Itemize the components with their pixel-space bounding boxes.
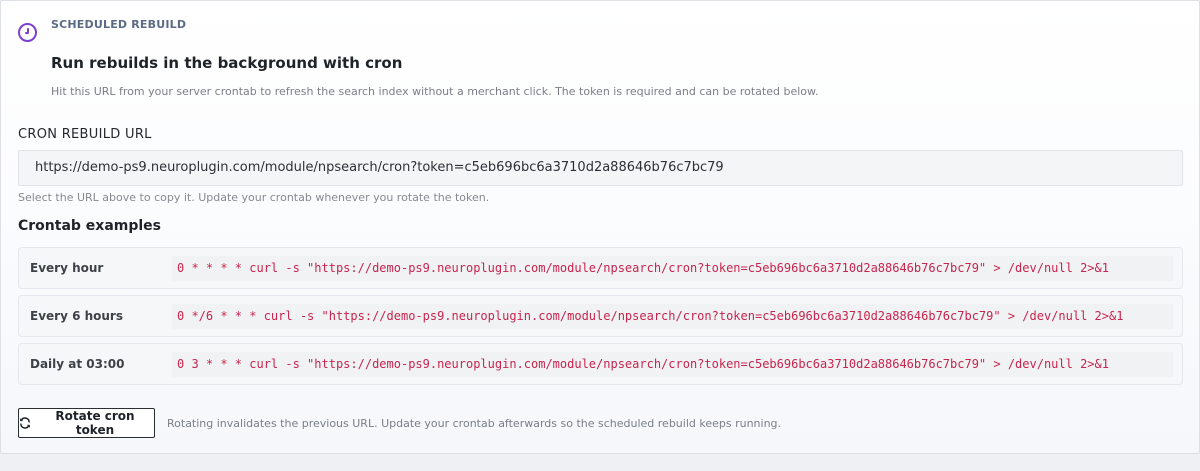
cron-url-label: CRON REBUILD URL (18, 127, 152, 142)
rotate-note: Rotating invalidates the previous URL. U… (167, 417, 782, 430)
cron-example-command[interactable]: 0 3 * * * curl -s "https://demo-ps9.neur… (172, 352, 1173, 377)
cron-example-label: Daily at 03:00 (30, 357, 125, 371)
rotate-cron-token-label: Rotate cron token (55, 409, 135, 437)
scheduled-rebuild-panel: SCHEDULED REBUILD Run rebuilds in the ba… (0, 0, 1200, 454)
cron-url-field[interactable]: https://demo-ps9.neuroplugin.com/module/… (18, 150, 1183, 186)
cron-example-command[interactable]: 0 * * * * curl -s "https://demo-ps9.neur… (172, 256, 1173, 281)
rotate-cron-token-button[interactable]: Rotate cron token (18, 408, 155, 438)
cron-example-row: Every 6 hours 0 */6 * * * curl -s "https… (18, 295, 1183, 337)
cron-example-row: Daily at 03:00 0 3 * * * curl -s "https:… (18, 343, 1183, 385)
cron-example-label: Every hour (30, 261, 104, 275)
refresh-icon (19, 417, 31, 429)
cron-example-row: Every hour 0 * * * * curl -s "https://de… (18, 247, 1183, 289)
section-eyebrow: SCHEDULED REBUILD (51, 18, 187, 31)
section-description: Hit this URL from your server crontab to… (51, 85, 819, 98)
cron-example-label: Every 6 hours (30, 309, 123, 323)
crontab-examples-title: Crontab examples (18, 218, 162, 234)
clock-icon (18, 23, 37, 42)
section-title: Run rebuilds in the background with cron (51, 54, 403, 72)
cron-url-help: Select the URL above to copy it. Update … (18, 191, 490, 204)
cron-example-command[interactable]: 0 */6 * * * curl -s "https://demo-ps9.ne… (172, 304, 1173, 329)
